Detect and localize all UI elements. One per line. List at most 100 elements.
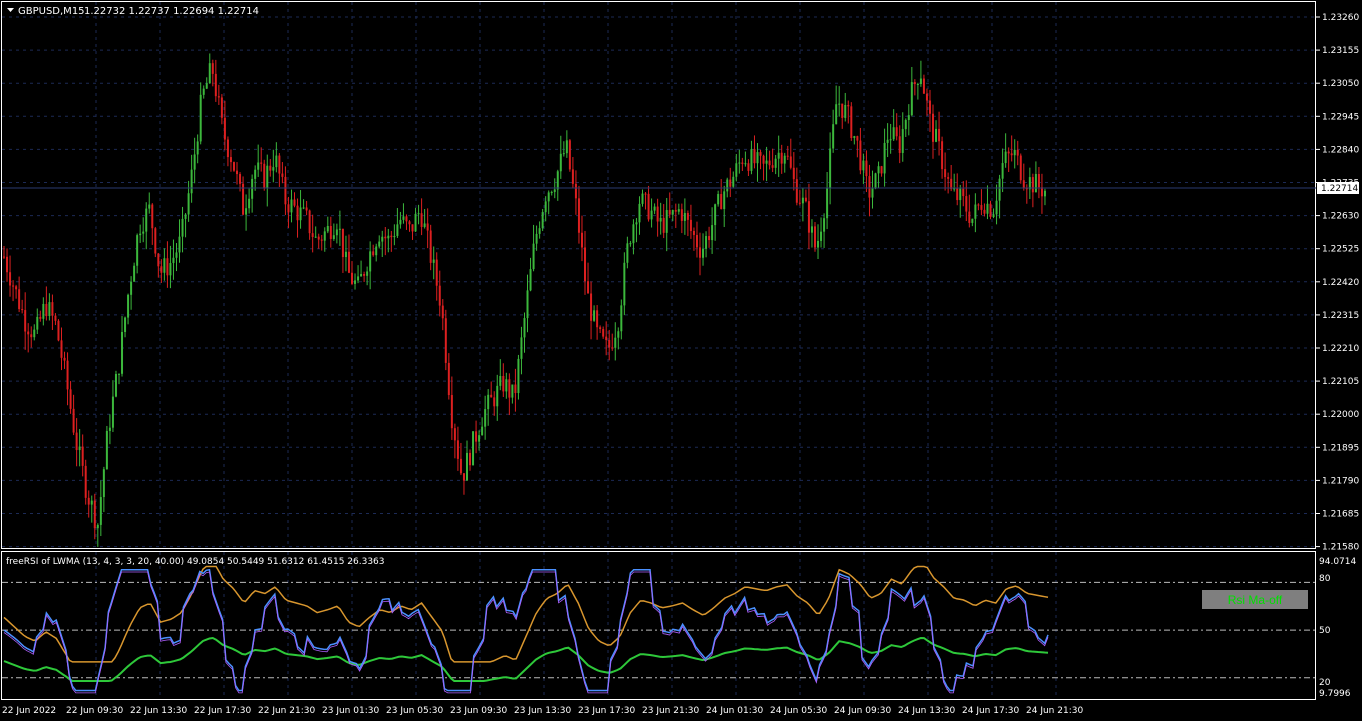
candle-body bbox=[239, 174, 242, 184]
candle-body bbox=[965, 196, 968, 212]
candle-body bbox=[574, 183, 577, 199]
candle-body bbox=[33, 329, 36, 338]
time-tick-label: 24 Jun 01:30 bbox=[706, 706, 763, 716]
candle-body bbox=[51, 302, 54, 316]
candle-body bbox=[671, 210, 674, 215]
candle-body bbox=[1022, 180, 1025, 189]
candle-body bbox=[765, 160, 768, 164]
candle-body bbox=[723, 191, 726, 210]
time-tick-label: 23 Jun 09:30 bbox=[450, 706, 507, 716]
candle-body bbox=[481, 426, 484, 436]
candle-body bbox=[48, 302, 51, 317]
candle-body bbox=[523, 318, 526, 338]
candle-body bbox=[635, 222, 638, 225]
candle-body bbox=[847, 104, 850, 107]
candle-body bbox=[771, 165, 774, 168]
candle-body bbox=[190, 169, 193, 194]
candle-body bbox=[850, 106, 853, 139]
time-tick-label: 22 Jun 09:30 bbox=[66, 706, 123, 716]
candle-body bbox=[475, 431, 478, 442]
candle-body bbox=[169, 263, 172, 276]
candle-body bbox=[823, 218, 826, 232]
candle-body bbox=[593, 310, 596, 321]
candle-body bbox=[27, 331, 30, 335]
candle-body bbox=[774, 158, 777, 168]
candle-body bbox=[677, 209, 680, 212]
candle-body bbox=[705, 236, 708, 249]
price-tick-label: 1.22945 bbox=[1322, 112, 1359, 122]
time-tick-label: 23 Jun 13:30 bbox=[514, 706, 571, 716]
candle-body bbox=[714, 204, 717, 226]
time-tick-label: 22 Jun 13:30 bbox=[130, 706, 187, 716]
candle-body bbox=[326, 225, 329, 232]
candle-body bbox=[432, 259, 435, 263]
candle-body bbox=[341, 228, 344, 258]
price-tick-label: 1.22000 bbox=[1322, 410, 1359, 420]
candle-body bbox=[444, 318, 447, 363]
candle-body bbox=[862, 160, 865, 171]
candle-body bbox=[750, 149, 753, 171]
chart-canvas[interactable]: 1.23260 1.23155 1.23050 1.22945 1.22840 1.227… bbox=[0, 0, 1362, 721]
price-axis: 1.23260 1.23155 1.23050 1.22945 1.22840 1.227… bbox=[1316, 13, 1359, 553]
price-tick-label: 1.21895 bbox=[1322, 443, 1359, 453]
candle-body bbox=[263, 163, 266, 189]
candle-body bbox=[556, 171, 559, 190]
price-tick-label: 1.22420 bbox=[1322, 278, 1359, 288]
candle-body bbox=[472, 431, 475, 466]
candle-body bbox=[517, 358, 520, 394]
candle-body bbox=[456, 440, 459, 459]
candle-body bbox=[602, 329, 605, 337]
candle-body bbox=[154, 228, 157, 254]
candle-body bbox=[287, 204, 290, 213]
indicator-top-value: 94.0714 bbox=[1319, 557, 1356, 567]
candle-body bbox=[311, 233, 314, 237]
rsi-green-line bbox=[3, 636, 1049, 682]
candle-body bbox=[668, 210, 671, 215]
candle-body bbox=[977, 204, 980, 206]
candle-body bbox=[15, 286, 18, 290]
candle-body bbox=[907, 115, 910, 120]
candle-body bbox=[898, 136, 901, 153]
candle-body bbox=[363, 273, 366, 276]
candle-body bbox=[699, 247, 701, 258]
candle-body bbox=[974, 204, 977, 219]
candle-body bbox=[580, 232, 583, 248]
candle-body bbox=[484, 409, 487, 427]
time-tick-label: 24 Jun 13:30 bbox=[898, 706, 955, 716]
candle-body bbox=[220, 97, 223, 118]
candle-body bbox=[992, 214, 995, 217]
candle-body bbox=[795, 179, 798, 203]
candle-body bbox=[835, 104, 838, 125]
candle-body bbox=[932, 113, 935, 142]
candle-body bbox=[1016, 149, 1019, 156]
candle-body bbox=[874, 173, 877, 189]
candle-body bbox=[320, 239, 323, 241]
indicator-level-50: 50 bbox=[1319, 626, 1331, 636]
candle-body bbox=[323, 231, 326, 241]
candle-body bbox=[223, 117, 226, 140]
candle-body bbox=[18, 289, 21, 310]
candle-body bbox=[75, 432, 78, 451]
candle-body bbox=[856, 136, 859, 141]
candle-body bbox=[366, 271, 369, 276]
grid bbox=[2, 2, 1316, 699]
candle-body bbox=[354, 280, 357, 284]
candle-body bbox=[226, 139, 229, 158]
candle-body bbox=[647, 193, 650, 220]
candle-body bbox=[732, 176, 735, 187]
candle-body bbox=[344, 251, 347, 258]
candle-body bbox=[892, 127, 895, 140]
dropdown-triangle-icon[interactable] bbox=[7, 8, 14, 12]
candle-body bbox=[995, 200, 998, 215]
price-tick-label: 1.23155 bbox=[1322, 46, 1359, 56]
rsi-ma-toggle-button[interactable]: Rsi Ma-off bbox=[1202, 590, 1308, 609]
candle-body bbox=[329, 225, 332, 239]
candle-body bbox=[81, 446, 84, 466]
candle-body bbox=[729, 179, 732, 187]
candle-body bbox=[889, 139, 892, 141]
candle-body bbox=[650, 210, 653, 220]
candle-body bbox=[302, 207, 305, 209]
candle-body bbox=[84, 465, 87, 498]
candle-body bbox=[935, 128, 938, 142]
candle-body bbox=[538, 228, 541, 234]
